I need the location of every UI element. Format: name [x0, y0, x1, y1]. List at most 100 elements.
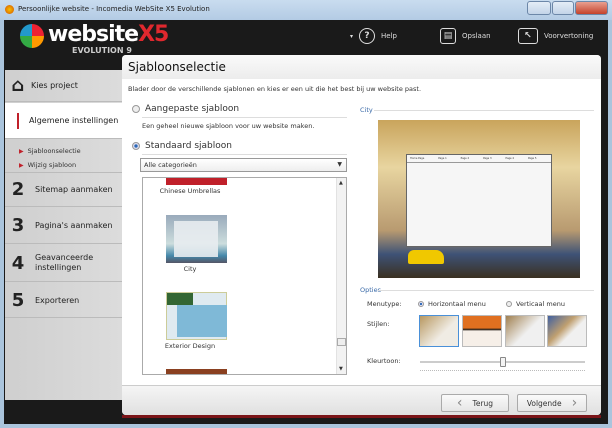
next-label: Volgende — [526, 398, 562, 408]
car-image — [408, 250, 444, 264]
minimize-button[interactable] — [527, 1, 551, 15]
help-button[interactable]: ▾? Help — [350, 28, 397, 44]
category-value: Alle categorieën — [144, 161, 197, 169]
sidebar-item-kies-project[interactable]: ⌂ Kies project — [5, 70, 123, 102]
sidebar-item-label: Algemene instellingen — [29, 116, 119, 125]
logo-subtitle: EVOLUTION 9 — [72, 46, 132, 55]
template-thumb-exterior-design[interactable] — [166, 292, 227, 340]
sidebar-item-geavanceerde[interactable]: 4 Geavanceerde instellingen — [5, 245, 123, 282]
menu-horizontal-radio[interactable]: Horizontaal menu — [418, 300, 486, 308]
radio-icon — [506, 301, 512, 307]
logo-x5: X5 — [138, 22, 169, 47]
next-button[interactable]: Volgende › — [517, 394, 587, 412]
logo-text: website — [48, 22, 139, 47]
scroll-down-icon: ▼ — [339, 366, 343, 372]
radio-icon — [132, 105, 140, 113]
preview-page: Home Page Page 1 Page 2 Page 3 Page 4 Page 5 — [406, 154, 552, 247]
sidebar-item-paginas[interactable]: 3 Pagina's aanmaken — [5, 208, 123, 244]
monitor-icon: ↖ — [518, 28, 538, 44]
accent-line — [122, 415, 601, 418]
active-marker — [17, 112, 19, 129]
subitem-label: Sjabloonselectie — [27, 147, 81, 155]
bottom-bar: ‹ Terug Volgende › — [122, 385, 601, 415]
description: Blader door de verschillende sjablonen e… — [128, 85, 422, 93]
divider — [378, 290, 594, 291]
custom-description: Een geheel nieuwe sjabloon voor uw websi… — [142, 122, 315, 130]
category-dropdown[interactable]: Alle categorieën ▼ — [140, 158, 347, 172]
maximize-button[interactable] — [552, 1, 574, 15]
radio-label: Aangepaste sjabloon — [145, 104, 240, 114]
sidebar-item-sitemap[interactable]: 2 Sitemap aanmaken — [5, 172, 123, 207]
step-number: 4 — [11, 252, 25, 274]
template-list[interactable]: Chinese Umbrellas City Exterior Design ▲… — [142, 177, 347, 375]
sidebar-item-exporteren[interactable]: 5 Exporteren — [5, 283, 123, 318]
window-title: Persoonlijke website - Incomedia WebSite… — [18, 5, 210, 13]
chevron-right-icon: › — [571, 395, 578, 411]
save-button[interactable]: ▤ Opslaan — [440, 28, 491, 44]
logo-icon — [20, 24, 44, 48]
divider — [142, 154, 347, 155]
sidebar-item-label: Exporteren — [35, 295, 80, 305]
help-label: Help — [381, 32, 397, 40]
back-button[interactable]: ‹ Terug — [441, 394, 509, 412]
template-preview-image: Home Page Page 1 Page 2 Page 3 Page 4 Page 5 — [378, 120, 580, 278]
radio-icon — [132, 142, 140, 150]
sidebar-item-label: Pagina's aanmaken — [35, 221, 113, 230]
page-title: Sjabloonselectie — [128, 60, 226, 74]
sidebar-item-label: Kies project — [31, 81, 78, 90]
template-thumb-chinese-umbrellas[interactable] — [166, 178, 227, 185]
radio-label: Verticaal menu — [516, 300, 565, 308]
chevron-down-icon: ▼ — [337, 161, 342, 168]
main-panel: Sjabloonselectie Blader door de verschil… — [122, 55, 601, 415]
preview-nav-item: Page 3 — [483, 157, 492, 160]
style-option-4[interactable] — [547, 315, 587, 347]
menutype-label: Menutype: — [367, 300, 402, 308]
sidebar-item-label: Geavanceerde instellingen — [35, 253, 94, 272]
preview-nav-item: Page 2 — [460, 157, 470, 160]
scroll-thumb[interactable] — [337, 338, 346, 346]
style-option-2[interactable] — [462, 315, 502, 347]
template-caption: City — [183, 265, 197, 273]
sidebar: ⌂ Kies project Algemene instellingen ▶ Sja… — [5, 70, 123, 400]
standard-template-radio[interactable]: Standaard sjabloon — [132, 141, 232, 151]
style-option-3[interactable] — [505, 315, 545, 347]
preview-label: Voorvertoning — [544, 32, 594, 40]
menu-vertical-radio[interactable]: Verticaal menu — [506, 300, 565, 308]
close-button[interactable] — [575, 1, 608, 15]
template-thumb-next[interactable] — [166, 369, 227, 374]
tone-label: Kleurtoon: — [367, 357, 401, 365]
logo: websiteX5 — [48, 22, 169, 47]
sidebar-item-algemene-instellingen[interactable]: Algemene instellingen — [5, 103, 123, 139]
custom-template-radio[interactable]: Aangepaste sjabloon — [132, 104, 239, 114]
back-label: Terug — [472, 398, 494, 408]
preview-nav-item: Home Page — [410, 157, 425, 160]
subitem-sjabloonselectie[interactable]: ▶ Sjabloonselectie — [19, 147, 81, 155]
template-thumb-city[interactable] — [166, 215, 227, 263]
help-icon: ? — [359, 28, 376, 44]
preview-nav-item: Page 4 — [505, 157, 514, 160]
slider-ticks — [420, 370, 585, 371]
sidebar-item-label: Sitemap aanmaken — [35, 185, 113, 194]
radio-label: Horizontaal menu — [428, 300, 486, 308]
radio-label: Standaard sjabloon — [145, 141, 232, 151]
subitem-wijzig-sjabloon[interactable]: ▶ Wijzig sjabloon — [19, 161, 76, 169]
chevron-left-icon: ‹ — [456, 395, 463, 411]
scroll-up-icon: ▲ — [339, 180, 343, 186]
template-caption: Chinese Umbrellas — [159, 187, 221, 195]
template-caption: Exterior Design — [164, 342, 216, 350]
step-number: 2 — [11, 179, 25, 200]
divider — [142, 117, 347, 118]
home-icon: ⌂ — [11, 75, 25, 96]
save-icon: ▤ — [440, 28, 456, 44]
step-number: 3 — [11, 215, 25, 236]
subitem-label: Wijzig sjabloon — [27, 161, 77, 169]
preview-nav-item: Page 1 — [438, 157, 447, 160]
style-option-1[interactable] — [419, 315, 459, 347]
divider — [374, 110, 594, 111]
preview-button[interactable]: ↖ Voorvertoning — [518, 28, 593, 44]
radio-icon — [418, 301, 424, 307]
preview-title: City — [360, 106, 373, 114]
tone-slider-thumb[interactable] — [499, 357, 506, 367]
scrollbar[interactable]: ▲ ▼ — [336, 178, 346, 374]
app-icon — [5, 5, 14, 14]
